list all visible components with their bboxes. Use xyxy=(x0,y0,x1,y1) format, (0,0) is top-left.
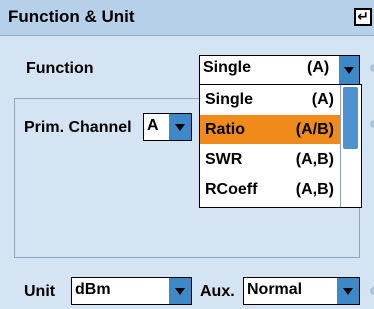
dropdown-item-suffix: (A,B) xyxy=(295,181,334,198)
prim-channel-label: Prim. Channel xyxy=(24,119,132,136)
dropdown-item-name: SWR xyxy=(205,151,243,168)
side-indicator-icon xyxy=(370,287,374,295)
side-indicator-icon xyxy=(370,120,374,128)
aux-label: Aux. xyxy=(200,283,235,300)
unit-dropdown-arrow-icon[interactable] xyxy=(169,278,191,304)
function-select[interactable]: Single (A) xyxy=(199,55,360,85)
function-dropdown-arrow-icon[interactable] xyxy=(339,56,359,84)
side-indicator-icon xyxy=(370,64,374,72)
dropdown-item-suffix: (A,B) xyxy=(295,151,334,168)
scrollbar-thumb[interactable] xyxy=(343,87,358,149)
aux-value: Normal xyxy=(247,281,303,298)
unit-select[interactable]: dBm xyxy=(71,277,192,305)
aux-dropdown-arrow-icon[interactable] xyxy=(337,278,359,304)
dropdown-item-ratio[interactable]: Ratio (A/B) xyxy=(200,115,340,144)
unit-value: dBm xyxy=(75,281,111,298)
prim-channel-value: A xyxy=(147,117,159,134)
dropdown-item-single[interactable]: Single (A) xyxy=(200,85,340,114)
dropdown-item-name: Single xyxy=(205,91,254,108)
title-bar: Function & Unit ↵ xyxy=(0,0,374,36)
function-value: Single xyxy=(203,59,252,76)
dropdown-scrollbar[interactable] xyxy=(340,85,361,207)
unit-label: Unit xyxy=(24,283,56,300)
function-label: Function xyxy=(26,60,94,77)
window-title: Function & Unit xyxy=(8,7,135,26)
function-value-suffix: (A) xyxy=(307,59,330,76)
dropdown-item-name: Ratio xyxy=(205,121,245,138)
aux-select[interactable]: Normal xyxy=(243,277,360,305)
prim-channel-select[interactable]: A xyxy=(143,113,192,141)
dropdown-item-name: RCoeff xyxy=(205,181,258,198)
prim-channel-dropdown-arrow-icon[interactable] xyxy=(169,114,191,140)
dropdown-item-rcoeff[interactable]: RCoeff (A,B) xyxy=(200,175,340,204)
dropdown-item-suffix: (A/B) xyxy=(295,121,334,138)
function-dropdown-list[interactable]: Single (A) Ratio (A/B) SWR (A,B) RCoeff … xyxy=(199,84,362,208)
dropdown-item-suffix: (A) xyxy=(311,91,334,108)
enter-icon[interactable]: ↵ xyxy=(354,8,372,26)
dropdown-item-swr[interactable]: SWR (A,B) xyxy=(200,145,340,174)
